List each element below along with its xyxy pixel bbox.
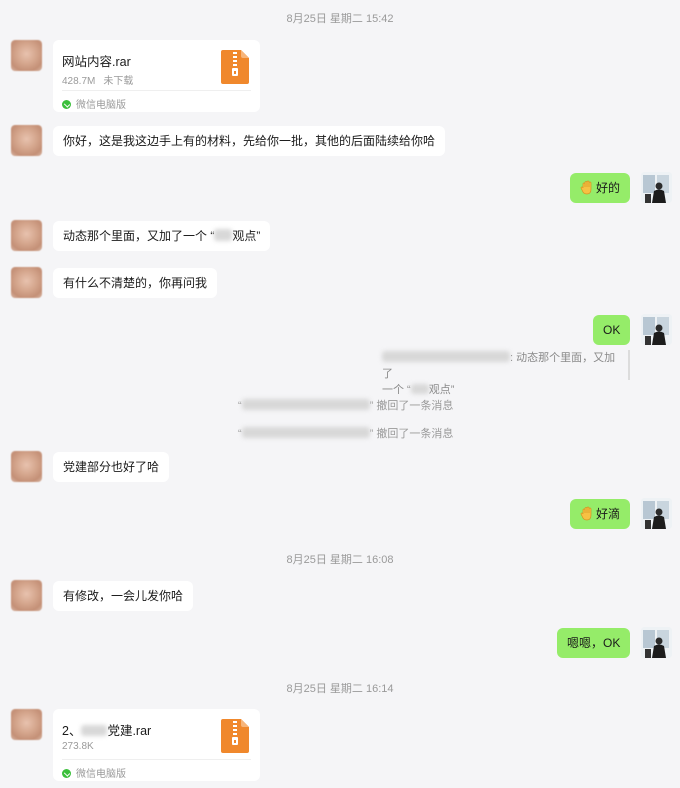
waving-hand-icon [580,180,592,195]
contact-avatar[interactable] [11,580,42,611]
file-source-label: 微信电脑版 [76,100,126,111]
file-size: 273.8K [62,741,94,752]
file-size: 428.7M [62,76,96,87]
timestamp: 8月25日 星期二 16:08 [286,554,394,566]
redacted-text [214,229,233,241]
message-bubble[interactable]: 动态那个里面，又加了一个 “ 观点” [53,221,271,251]
file-source: 微信电脑版 [62,765,126,780]
file-name: 网站内容.rar [62,55,131,69]
redacted-sender [382,351,510,362]
waving-hand-icon [580,506,592,521]
self-avatar[interactable] [641,172,672,203]
contact-avatar[interactable] [11,451,42,482]
zip-file-icon [221,50,249,84]
redacted-sender [241,427,370,438]
file-name: 2、 党建.rar [62,724,152,738]
self-message-text: 好的 [596,181,621,195]
quote-divider [628,350,630,380]
timestamp: 8月25日 星期二 16:14 [286,683,394,695]
message-bubble[interactable]: 党建部分也好了哈 [53,452,170,482]
quote-line-2: 一个 “观点” [382,384,455,396]
file-source-label: 微信电脑版 [76,769,126,780]
recall-notice: “” 撤回了一条消息 [238,427,454,440]
self-message-bubble[interactable]: 好滴 [570,499,631,529]
timestamp: 8月25日 星期二 15:42 [286,13,394,25]
self-avatar[interactable] [641,498,672,529]
self-avatar[interactable] [641,627,672,658]
self-message-bubble[interactable]: 嗯嗯，OK [557,628,631,658]
file-message-card[interactable]: 网站内容.rar 428.7M 未下载 微信电脑版 [53,40,260,112]
self-avatar-image [641,498,672,529]
redacted-text [410,384,429,394]
file-source: 微信电脑版 [62,96,126,111]
contact-avatar[interactable] [11,709,42,740]
self-message-bubble[interactable]: 好的 [570,173,631,203]
contact-avatar[interactable] [11,125,42,156]
file-divider [62,90,251,91]
file-meta: 273.8K [62,741,94,752]
self-avatar-image [641,627,672,658]
message-bubble[interactable]: 有什么不清楚的，你再问我 [53,268,218,298]
redacted-text [81,725,108,736]
message-bubble[interactable]: 你好，这是我这边手上有的材料，先给你一批，其他的后面陆续给你哈 [53,126,446,156]
self-avatar[interactable] [641,314,672,345]
self-avatar-image [641,172,672,203]
contact-avatar[interactable] [11,267,42,298]
self-avatar-image [641,314,672,345]
contact-avatar[interactable] [11,220,42,251]
quote-line-1: : 动态那个里面，又加了 [382,351,616,380]
wechat-icon [62,100,71,109]
contact-avatar[interactable] [11,40,42,71]
message-text: 动态那个里面，又加了一个 “ [63,229,215,243]
self-message-bubble[interactable]: OK [593,315,631,345]
quoted-message[interactable]: : 动态那个里面，又加了 一个 “观点” [382,350,622,398]
recall-notice: “” 撤回了一条消息 [238,399,454,412]
self-message-text: 好滴 [596,507,621,521]
message-text: 观点” [232,229,261,243]
redacted-sender [241,399,370,410]
message-bubble[interactable]: 有修改，一会儿发你哈 [53,581,194,611]
file-meta: 428.7M 未下载 [62,72,133,87]
download-status: 未下载 [103,76,134,87]
zip-file-icon [221,719,249,753]
wechat-icon [62,769,71,778]
file-divider [62,759,251,760]
file-message-card[interactable]: 2、 党建.rar 273.8K 微信电脑版 [53,709,260,781]
